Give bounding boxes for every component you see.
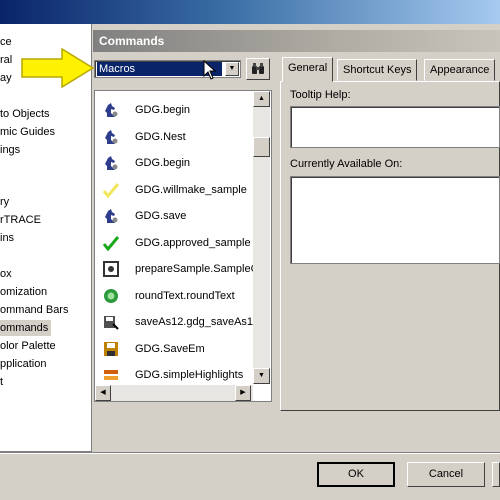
tooltip-help-label: Tooltip Help: xyxy=(290,89,351,101)
title-bar xyxy=(0,0,500,24)
list-item[interactable]: GDG.save xyxy=(95,203,253,229)
list-item-label: GDG.Nest xyxy=(135,130,186,143)
tree-item[interactable]: ins xyxy=(0,230,17,246)
scroll-right-icon[interactable]: ▶ xyxy=(235,385,251,401)
list-item[interactable]: saveAs12.gdg_saveAs12 xyxy=(95,309,253,335)
tree-item[interactable]: pplication xyxy=(0,356,49,372)
list-item-label: GDG.begin xyxy=(135,157,191,169)
list-item[interactable]: roundText.roundText xyxy=(95,283,253,309)
currently-available-label: Currently Available On: xyxy=(290,158,403,170)
check-icon xyxy=(103,235,119,251)
knight-icon xyxy=(105,103,118,117)
circle-icon xyxy=(104,288,118,303)
tree-item[interactable]: t xyxy=(0,374,6,390)
tree-item[interactable]: ox xyxy=(0,266,15,282)
tree-item[interactable]: omization xyxy=(0,284,50,300)
list-item-label: saveAs12.gdg_saveAs12 xyxy=(135,316,253,328)
tree-item[interactable]: to Objects xyxy=(0,106,53,122)
help-button[interactable] xyxy=(492,462,500,487)
properties-tabs: General Shortcut Keys Appearance xyxy=(280,57,500,82)
commands-list[interactable]: GDG.begin GDG.Nest GDG.begin GDG.willmake_s… xyxy=(94,90,272,402)
dropdown-arrow-icon[interactable]: ▼ xyxy=(225,62,239,76)
disk-icon xyxy=(104,341,118,356)
list-item[interactable]: prepareSample.SampleGo xyxy=(95,256,253,282)
list-item-label: GDG.begin xyxy=(135,104,191,116)
commands-list-vscrollbar[interactable]: ▲ ▼ xyxy=(253,91,270,384)
knight-icon xyxy=(105,209,118,223)
currently-available-box[interactable] xyxy=(290,176,500,264)
list-item-label: GDG.simpleHighlights xyxy=(135,369,244,381)
list-item-label: prepareSample.SampleGo xyxy=(135,263,253,275)
check-icon xyxy=(103,182,119,198)
ok-button[interactable]: OK xyxy=(317,462,395,487)
find-button[interactable] xyxy=(246,58,270,80)
tab-appearance[interactable]: Appearance xyxy=(424,59,496,81)
tab-general[interactable]: General xyxy=(282,57,334,82)
tree-item[interactable]: ommand Bars xyxy=(0,302,71,318)
tooltip-help-input[interactable] xyxy=(290,106,500,148)
scroll-thumb[interactable] xyxy=(253,137,270,157)
list-item[interactable]: GDG.begin xyxy=(95,97,253,123)
scroll-left-icon[interactable]: ◀ xyxy=(95,385,111,401)
tree-item[interactable]: ral xyxy=(0,52,15,68)
knight-icon xyxy=(105,156,118,170)
commands-list-hscrollbar[interactable]: ◀ ▶ xyxy=(95,385,253,401)
knight-icon xyxy=(105,129,118,144)
highlight-icon xyxy=(104,370,118,380)
list-item-label: GDG.approved_sample xyxy=(135,236,251,249)
list-item[interactable]: GDG.willmake_sample xyxy=(95,177,253,203)
list-item-label: GDG.willmake_sample xyxy=(135,183,247,196)
binoculars-icon xyxy=(252,63,264,74)
saveas-icon xyxy=(104,316,119,330)
tree-item[interactable]: rTRACE xyxy=(0,212,44,228)
list-item[interactable]: GDG.SaveEm xyxy=(95,336,253,362)
list-item[interactable]: GDG.approved_sample xyxy=(95,230,253,256)
list-item[interactable]: GDG.Nest xyxy=(95,124,253,150)
cancel-button[interactable]: Cancel xyxy=(407,462,485,487)
list-item-label: GDG.SaveEm xyxy=(135,342,205,355)
frame-icon xyxy=(103,261,119,277)
list-item-label: GDG.save xyxy=(135,210,187,222)
list-item[interactable]: GDG.begin xyxy=(95,150,253,176)
tab-shortcut-keys[interactable]: Shortcut Keys xyxy=(337,59,418,81)
dialog-separator xyxy=(0,452,500,454)
category-dropdown[interactable]: Macros ▼ xyxy=(94,60,241,78)
tree-item[interactable]: mic Guides xyxy=(0,124,58,140)
list-item-label: roundText.roundText xyxy=(135,289,235,302)
mouse-cursor-icon xyxy=(203,60,217,80)
tree-item[interactable]: ommands xyxy=(0,320,52,336)
tree-item[interactable]: ry xyxy=(0,194,12,210)
tree-item[interactable]: ings xyxy=(0,142,23,158)
commands-header: Commands xyxy=(93,30,500,52)
tree-item[interactable]: ce xyxy=(0,34,15,50)
scroll-down-icon[interactable]: ▼ xyxy=(253,368,270,384)
tree-item[interactable]: ay xyxy=(0,70,15,86)
scroll-up-icon[interactable]: ▲ xyxy=(253,91,270,107)
yellow-arrow-annotation xyxy=(21,47,95,89)
tree-item[interactable]: olor Palette xyxy=(0,338,59,354)
